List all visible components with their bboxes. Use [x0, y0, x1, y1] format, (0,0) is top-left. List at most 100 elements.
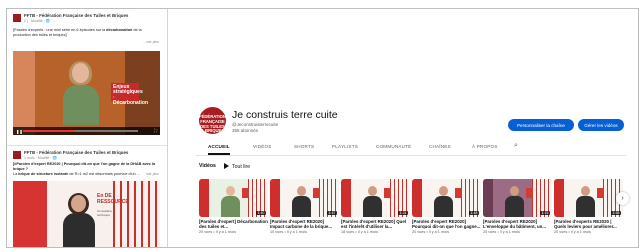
thumbnail-accent — [483, 179, 493, 217]
video-duration: 1:24 — [398, 211, 408, 215]
speaker-body — [221, 196, 240, 217]
thumbnail-label — [597, 188, 604, 198]
fullscreen-icon[interactable]: ⛶ — [154, 128, 157, 133]
video-progress-bar[interactable] — [23, 130, 75, 132]
video-thumbnail[interactable]: 1:15 — [483, 179, 552, 217]
organization-logo[interactable] — [13, 151, 21, 159]
post-text-bold: décarbonation — [106, 28, 133, 32]
video-subtitle: Conseillère technique — [97, 209, 113, 217]
post-meta: 2 j · Modifié · 🌐 — [24, 19, 51, 23]
video-duration: 1:48 — [469, 211, 479, 215]
thumbnail-accent — [412, 179, 422, 217]
speaker-body — [63, 85, 99, 125]
video-background — [13, 51, 35, 135]
thumbnail-label — [313, 188, 320, 198]
youtube-channel-page: FÉDÉRATION FRANÇAISE DES TUILES & BRIQUE… — [168, 9, 638, 247]
video-background — [13, 181, 47, 247]
speaker-head — [439, 186, 448, 196]
post-text: [Paroles d'experts : une mini série en 6… — [13, 28, 159, 38]
section-title[interactable]: Vidéos — [199, 163, 216, 169]
tab-community[interactable]: COMMUNAUTÉ — [376, 144, 411, 149]
social-feed: FFTB - Fédération Française des Tuiles e… — [7, 9, 168, 247]
tab-about[interactable]: À PROPOS — [472, 144, 498, 149]
subscriber-count: 355 abonnés — [232, 128, 259, 133]
channel-tabs: ACCUEIL VIDÉOS SHORTS PLAYLISTS COMMUNAU… — [196, 141, 626, 156]
video-title[interactable]: [Paroles d'expert] Décarbonation des tui… — [199, 219, 268, 229]
post-text: [#Paroles d'expert RE2020 | Pourquoi dit… — [13, 162, 159, 177]
speaker-head — [226, 186, 235, 196]
tab-playlists[interactable]: PLAYLISTS — [332, 144, 358, 149]
post-author[interactable]: FFTB - Fédération Française des Tuiles e… — [24, 150, 128, 155]
video-controls[interactable]: ❚❚ ⛶ — [13, 127, 160, 135]
speaker-head — [297, 186, 306, 196]
speaker-figure — [61, 61, 101, 125]
video-title[interactable]: [Paroles d'expert RE2020] L'enveloppe du… — [483, 219, 552, 229]
video-card[interactable]: 1:47 [Paroles d'expert RE2020] Impact ca… — [270, 179, 339, 234]
play-icon — [224, 163, 229, 169]
video-thumbnail[interactable]: 1:24 — [341, 179, 410, 217]
pause-icon[interactable]: ❚❚ — [16, 129, 23, 134]
speaker-head — [71, 195, 86, 212]
video-card[interactable]: 1:24 [Paroles d'expert RE2020] Quel est … — [341, 179, 410, 234]
play-all-button[interactable]: Tout lire — [224, 163, 250, 170]
post-text-bold: brique de structure isolante — [18, 172, 69, 176]
post-author[interactable]: FFTB - Fédération Française des Tuiles e… — [24, 13, 128, 18]
video-meta: 20 vues • Il y a 1 mois — [554, 230, 591, 235]
video-thumbnail[interactable]: 1:47 — [270, 179, 339, 217]
post-text-part: [Paroles d'experts : une mini série en 6… — [13, 28, 107, 32]
video-card[interactable]: 1:48 [Paroles d'expert RE2020] Pourquoi … — [412, 179, 481, 234]
video-meta: 10 vues • Il y a 1 mois — [270, 230, 307, 235]
speaker-body — [576, 196, 595, 217]
speaker-body — [63, 213, 95, 247]
thumbnail-label — [455, 188, 462, 198]
tab-shorts[interactable]: SHORTS — [294, 144, 314, 149]
video-title[interactable]: [Paroles d'expert RE2020] Quel est l'int… — [341, 219, 410, 229]
video-duration: 1:58 — [611, 211, 621, 215]
see-more-link[interactable]: ...voir plus — [143, 40, 159, 44]
tab-channels[interactable]: CHAÎNES — [429, 144, 451, 149]
video-meta: 18 vues • Il y a 1 mois — [341, 230, 378, 235]
video-duration: 1:15 — [540, 211, 550, 215]
post-video-thumbnail[interactable]: En DE RESSOURCE Conseillère technique — [13, 181, 160, 247]
video-title-card: Enjeux stratégiques · Décarbonation — [111, 83, 149, 107]
video-title[interactable]: [Paroles d'expert RE2020] Pourquoi dit-o… — [412, 219, 481, 229]
speaker-body — [505, 196, 524, 217]
chevron-right-icon[interactable]: › — [616, 192, 629, 205]
video-meta: 20 vues • Il y a 1 mois — [199, 230, 236, 235]
feed-post: FFTB - Fédération Française des Tuiles e… — [7, 9, 167, 145]
video-duration: 1:40 — [256, 211, 266, 215]
feed-post: FFTB - Fédération Française des Tuiles e… — [7, 145, 167, 247]
tab-home[interactable]: ACCUEIL — [208, 144, 230, 149]
speaker-body — [363, 196, 382, 217]
video-meta: 25 vues • Il y a 1 mois — [483, 230, 520, 235]
post-video-player[interactable]: Enjeux stratégiques · Décarbonation ❚❚ ⛶ — [13, 51, 160, 135]
thumbnail-label — [384, 188, 391, 198]
channel-avatar[interactable]: FÉDÉRATION FRANÇAISE DES TUILES & BRIQUE… — [199, 107, 226, 134]
channel-handle: @Jeconstruisterrecuite — [232, 122, 279, 127]
post-header: FFTB - Fédération Française des Tuiles e… — [13, 13, 163, 28]
video-card[interactable]: 1:58 [Paroles d'experts RE2020 | Quels l… — [554, 179, 623, 234]
organization-logo[interactable] — [13, 14, 21, 22]
customize-channel-button[interactable]: Personnaliser la chaîne — [508, 119, 574, 131]
thumbnail-label — [242, 188, 249, 198]
thumbnail-label — [526, 188, 533, 198]
see-more-link[interactable]: voir plus — [146, 172, 159, 176]
thumbnail-accent — [199, 179, 209, 217]
speaker-body — [434, 196, 453, 217]
video-thumbnail[interactable]: 1:48 — [412, 179, 481, 217]
thumbnail-accent — [341, 179, 351, 217]
post-meta: 1 mois · Modifié · 🌐 — [24, 156, 58, 160]
play-all-label: Tout lire — [232, 164, 251, 170]
video-thumbnail[interactable]: 1:40 — [199, 179, 268, 217]
video-title[interactable]: [Paroles d'experts RE2020 | Quels levier… — [554, 219, 623, 229]
video-card[interactable]: 1:40 [Paroles d'expert] Décarbonation de… — [199, 179, 268, 234]
video-card[interactable]: 1:15 [Paroles d'expert RE2020] L'envelop… — [483, 179, 552, 234]
speaker-head — [581, 186, 590, 196]
search-icon[interactable]: ⌕ — [514, 142, 518, 150]
video-thumbnail[interactable]: 1:58 — [554, 179, 623, 217]
channel-name: Je construis terre cuite — [232, 109, 338, 121]
post-text-part: de R>1 m2 est désormais pourvue d'un ... — [68, 172, 140, 176]
video-title[interactable]: [Paroles d'expert RE2020] Impact carbone… — [270, 219, 339, 229]
tab-videos[interactable]: VIDÉOS — [253, 144, 272, 149]
manage-videos-button[interactable]: Gérer les vidéos — [578, 119, 624, 131]
